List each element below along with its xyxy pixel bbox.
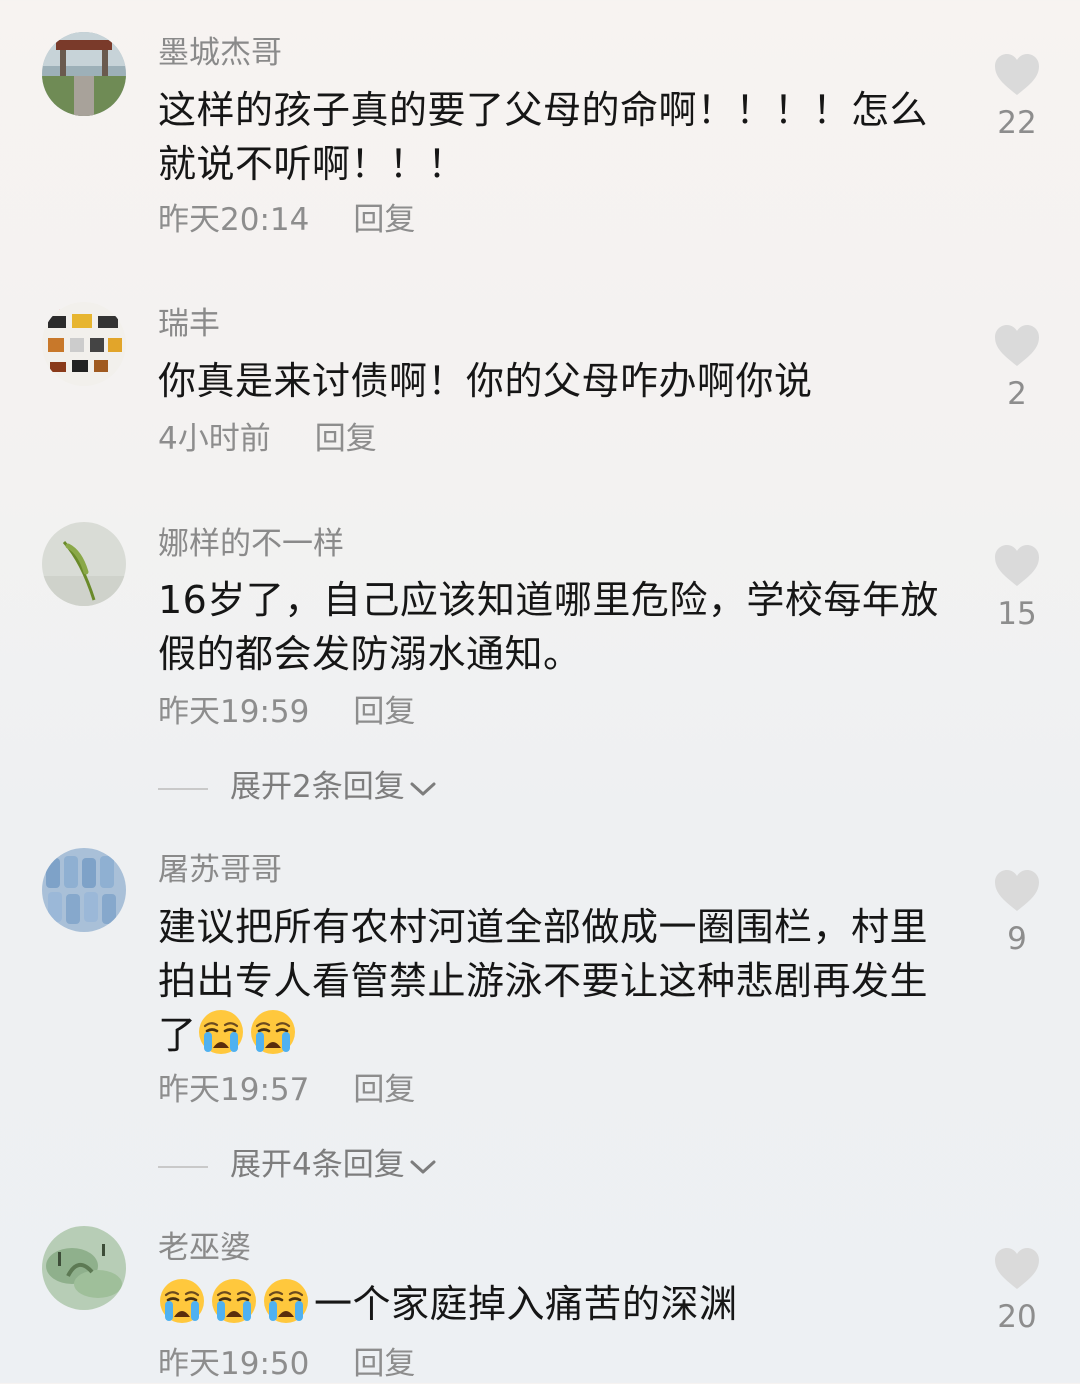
like-count: 20: [997, 1299, 1037, 1335]
comment-timestamp: 4小时前: [158, 421, 271, 457]
heart-icon: [993, 324, 1041, 368]
like-button[interactable]: 9: [988, 869, 1046, 959]
reply-button[interactable]: 回复: [353, 694, 415, 730]
avatar[interactable]: [42, 1226, 126, 1310]
avatar[interactable]: [42, 32, 126, 116]
heart-icon: [993, 53, 1041, 97]
like-count: 22: [997, 105, 1037, 141]
comment-username[interactable]: 娜样的不一样: [158, 524, 344, 564]
comment-timestamp: 昨天19:59: [158, 694, 310, 730]
divider-line: [158, 1165, 208, 1168]
avatar[interactable]: [42, 848, 126, 932]
comment-timestamp: 昨天19:57: [158, 1072, 310, 1108]
comment-username[interactable]: 老巫婆: [158, 1228, 251, 1268]
heart-icon: [993, 869, 1041, 913]
comment-username[interactable]: 瑞丰: [158, 304, 220, 344]
comment-meta: 昨天19:57 回复: [158, 1070, 415, 1110]
expand-replies-button[interactable]: 展开4条回复: [158, 1145, 437, 1185]
heart-icon: [993, 1247, 1041, 1291]
like-count: 15: [997, 596, 1037, 632]
comment-text: 你真是来讨债啊！你的父母咋办啊你说: [158, 359, 813, 403]
comment-timestamp: 昨天20:14: [158, 202, 310, 238]
reply-button[interactable]: 回复: [353, 202, 415, 238]
comment-text-main: 一个家庭掉入痛苦的深渊: [314, 1282, 738, 1326]
reply-button[interactable]: 回复: [353, 1072, 415, 1108]
divider-line: [158, 787, 208, 790]
loudly-crying-face-emoji: [158, 1277, 206, 1325]
comment-username[interactable]: 屠苏哥哥: [158, 850, 282, 890]
expand-replies-button[interactable]: 展开2条回复: [158, 767, 437, 807]
comment-meta: 昨天19:50 回复: [158, 1344, 415, 1384]
chevron-down-icon: [409, 1157, 437, 1177]
comment-meta: 昨天19:59 回复: [158, 692, 415, 732]
chevron-down-icon: [409, 779, 437, 799]
like-button[interactable]: 20: [988, 1247, 1046, 1337]
avatar[interactable]: [42, 302, 126, 386]
expand-replies-label: 展开2条回复: [230, 769, 405, 805]
comment-text: 建议把所有农村河道全部做成一圈围栏，村里拍出专人看管禁止游泳不要让这种悲剧再发生…: [158, 900, 958, 1062]
expand-replies-label: 展开4条回复: [230, 1147, 405, 1183]
loudly-crying-face-emoji: [197, 1008, 245, 1056]
like-count: 2: [1007, 376, 1027, 412]
comment-username[interactable]: 墨城杰哥: [158, 33, 282, 73]
comment-text: 16岁了，自己应该知道哪里危险，学校每年放假的都会发防溺水通知。: [158, 578, 939, 676]
comment-meta: 昨天20:14 回复: [158, 200, 415, 240]
loudly-crying-face-emoji: [210, 1277, 258, 1325]
like-count: 9: [1007, 921, 1027, 957]
comment-meta: 4小时前 回复: [158, 419, 377, 459]
like-button[interactable]: 2: [988, 324, 1046, 414]
like-button[interactable]: 22: [988, 53, 1046, 143]
avatar[interactable]: [42, 522, 126, 606]
heart-icon: [993, 544, 1041, 588]
comment-timestamp: 昨天19:50: [158, 1346, 310, 1382]
loudly-crying-face-emoji: [262, 1277, 310, 1325]
comment-text-main: 建议把所有农村河道全部做成一圈围栏，村里拍出专人看管禁止游泳不要让这种悲剧再发生: [158, 905, 929, 1003]
loudly-crying-face-emoji: [249, 1008, 297, 1056]
like-button[interactable]: 15: [988, 544, 1046, 634]
reply-button[interactable]: 回复: [353, 1346, 415, 1382]
reply-button[interactable]: 回复: [315, 421, 377, 457]
comment-text-tail: 了: [158, 1013, 197, 1057]
comment-text: 这样的孩子真的要了父母的命啊！！！！怎么就说不听啊！！！: [158, 88, 929, 186]
comment-text: 一个家庭掉入痛苦的深渊: [158, 1277, 958, 1331]
